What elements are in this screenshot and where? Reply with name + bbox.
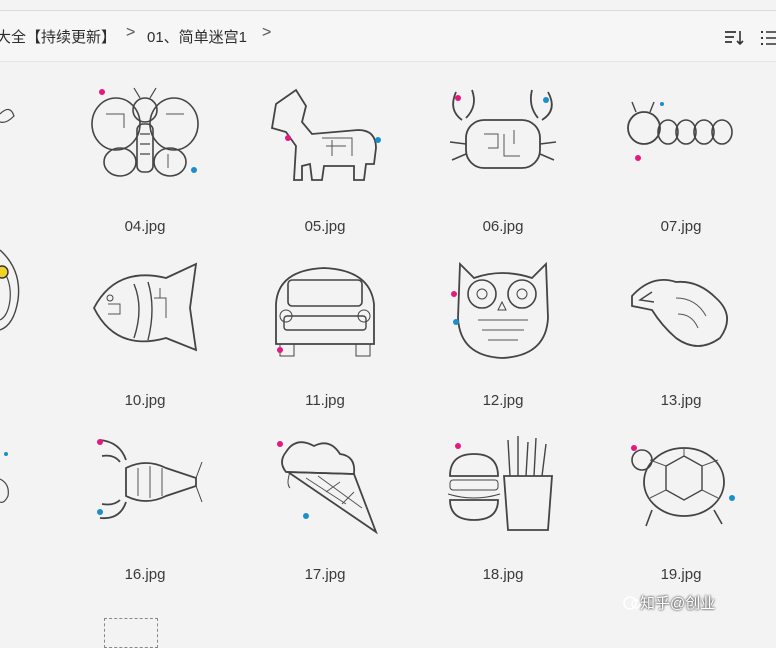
- partial-thumbnail[interactable]: [0, 434, 24, 544]
- butterfly-maze-thumbnail: [86, 84, 204, 192]
- turtle-maze-thumbnail: [622, 432, 740, 540]
- file-item[interactable]: 17.jpg: [266, 432, 384, 583]
- file-name: 17.jpg: [304, 566, 346, 583]
- crab-maze-thumbnail: [444, 84, 562, 192]
- file-item[interactable]: 11.jpg: [266, 258, 384, 409]
- file-name: 10.jpg: [124, 392, 166, 409]
- ice-cream-maze-thumbnail: [266, 432, 384, 540]
- file-item[interactable]: 12.jpg: [444, 258, 562, 409]
- lobster-maze-thumbnail: [86, 432, 204, 540]
- watermark-text: 知乎@创业: [640, 595, 716, 612]
- owl-maze-thumbnail: [444, 258, 562, 366]
- file-item[interactable]: 13.jpg: [622, 258, 740, 409]
- address-bar: 大全【持续更新】 > 01、简单迷宫1 >: [0, 10, 776, 62]
- file-item[interactable]: 06.jpg: [444, 84, 562, 235]
- watermark-icon: [622, 595, 642, 611]
- partial-thumbnail[interactable]: [0, 84, 24, 201]
- file-item[interactable]: 18.jpg: [444, 432, 562, 583]
- file-item[interactable]: 07.jpg: [622, 84, 740, 235]
- file-item[interactable]: 05.jpg: [266, 84, 384, 235]
- file-grid: 04.jpg 05.jpg 06.jpg 07.jpg 10.jpg 11.jp…: [0, 62, 776, 637]
- breadcrumb-separator: >: [126, 24, 136, 41]
- file-name: 16.jpg: [124, 566, 166, 583]
- file-name: 05.jpg: [304, 218, 346, 235]
- file-name: 13.jpg: [660, 392, 702, 409]
- file-name: 12.jpg: [482, 392, 524, 409]
- breadcrumb-folder-parent[interactable]: 大全【持续更新】: [0, 26, 116, 47]
- horse-maze-thumbnail: [266, 84, 384, 192]
- breadcrumb-folder-current[interactable]: 01、简单迷宫1: [147, 26, 247, 47]
- file-name: 19.jpg: [660, 566, 702, 583]
- burger-fries-maze-thumbnail: [444, 432, 562, 540]
- partial-thumbnail[interactable]: [0, 230, 24, 340]
- file-item[interactable]: 10.jpg: [86, 258, 204, 409]
- file-name: 11.jpg: [305, 392, 345, 409]
- fish-maze-thumbnail: [86, 258, 204, 366]
- file-name: 07.jpg: [660, 218, 702, 235]
- file-name: 18.jpg: [482, 566, 524, 583]
- file-item[interactable]: 19.jpg: [622, 432, 740, 583]
- file-name: 04.jpg: [124, 218, 166, 235]
- list-view-icon[interactable]: [760, 29, 776, 47]
- file-item[interactable]: 16.jpg: [86, 432, 204, 583]
- file-name: 06.jpg: [482, 218, 524, 235]
- file-item[interactable]: 04.jpg: [86, 84, 204, 235]
- file-item-loading-placeholder[interactable]: [104, 618, 158, 648]
- bird-maze-thumbnail: [622, 258, 740, 366]
- car-maze-thumbnail: [266, 258, 384, 366]
- breadcrumb-separator: >: [262, 24, 272, 41]
- sort-descending-icon[interactable]: [724, 29, 744, 47]
- caterpillar-maze-thumbnail: [622, 84, 740, 192]
